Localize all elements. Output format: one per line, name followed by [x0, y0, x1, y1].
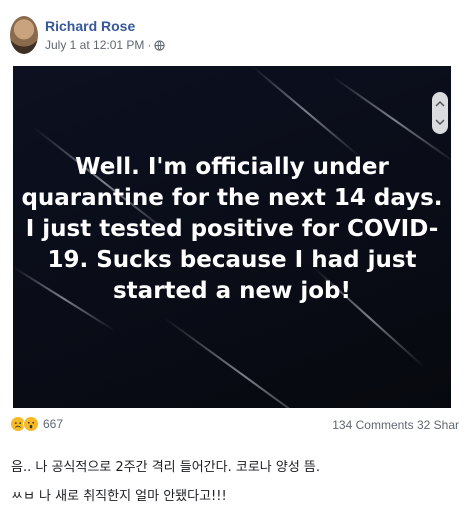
reactions[interactable]: 667 — [10, 416, 63, 432]
meta-separator: · — [147, 38, 152, 52]
image-text-line: started a new job! — [112, 278, 351, 304]
image-text-line: I just tested positive for COVID- — [25, 216, 439, 242]
timestamp[interactable]: July 1 at 12:01 PM — [45, 38, 144, 52]
reaction-count: 667 — [43, 417, 64, 431]
post-stats: 667 134 Comments 32 Shar — [10, 416, 459, 438]
light-streak — [252, 66, 361, 158]
chevron-up-icon[interactable] — [435, 100, 445, 108]
post-header: Richard Rose July 1 at 12:01 PM · — [10, 14, 450, 58]
image-text-line: Well. I'm officially under — [75, 154, 389, 180]
image-text-line: quarantine for the next 14 days. — [21, 185, 443, 211]
light-streak — [162, 316, 326, 408]
caption-line-1: 음.. 나 공식적으로 2주간 격리 들어간다. 코로나 양성 뜸. — [11, 460, 321, 475]
comments-count[interactable]: 134 Comments — [332, 418, 413, 432]
image-text-line: 19. Sucks because I had just — [47, 247, 417, 273]
post-image[interactable]: Well. I'm officially under quarantine fo… — [13, 66, 451, 408]
scroll-control[interactable] — [432, 92, 448, 134]
chevron-down-icon[interactable] — [435, 118, 445, 126]
wow-emoji-icon — [23, 416, 39, 432]
engagement-stats: 134 Comments 32 Shar — [332, 418, 459, 432]
caption-line-2: ㅆㅂ 나 새로 취직한지 얼마 안됐다고!!! — [11, 489, 227, 504]
image-text: Well. I'm officially under quarantine fo… — [13, 152, 451, 307]
post-meta: July 1 at 12:01 PM · — [45, 38, 166, 52]
globe-icon — [154, 39, 166, 51]
shares-count[interactable]: 32 Shar — [417, 418, 459, 432]
author-name[interactable]: Richard Rose — [45, 18, 135, 34]
avatar[interactable] — [10, 16, 38, 54]
